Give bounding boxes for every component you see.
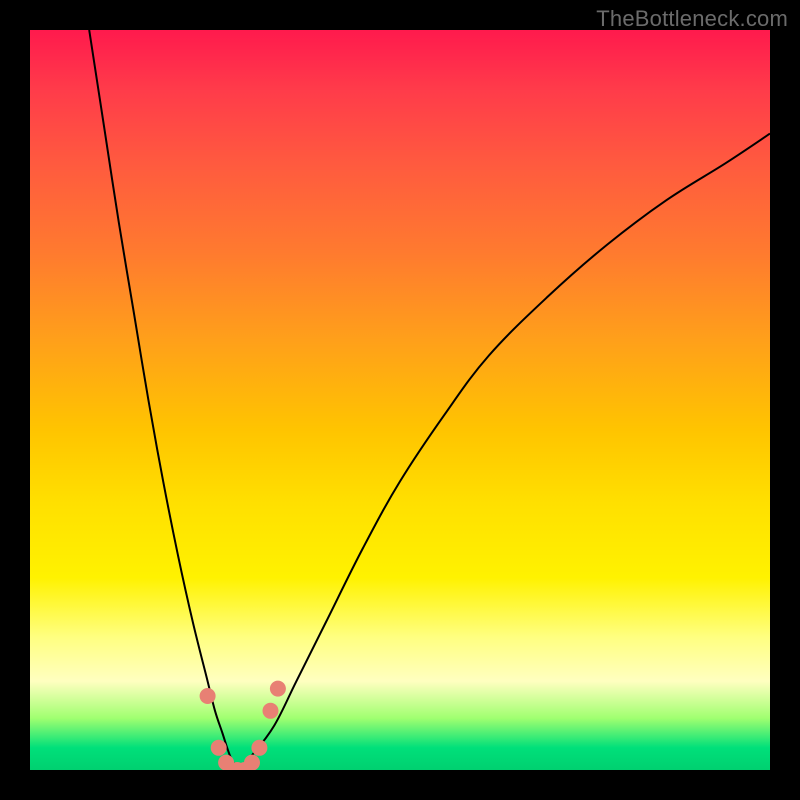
chart-marker [200,688,216,704]
chart-plot-area [30,30,770,770]
chart-marker [211,740,227,756]
chart-marker [270,681,286,697]
chart-marker [244,755,260,770]
chart-marker [251,740,267,756]
watermark-text: TheBottleneck.com [596,6,788,32]
chart-markers [200,681,286,770]
chart-curve-right [237,134,770,770]
chart-marker [263,703,279,719]
chart-curve-left [89,30,237,770]
chart-svg [30,30,770,770]
